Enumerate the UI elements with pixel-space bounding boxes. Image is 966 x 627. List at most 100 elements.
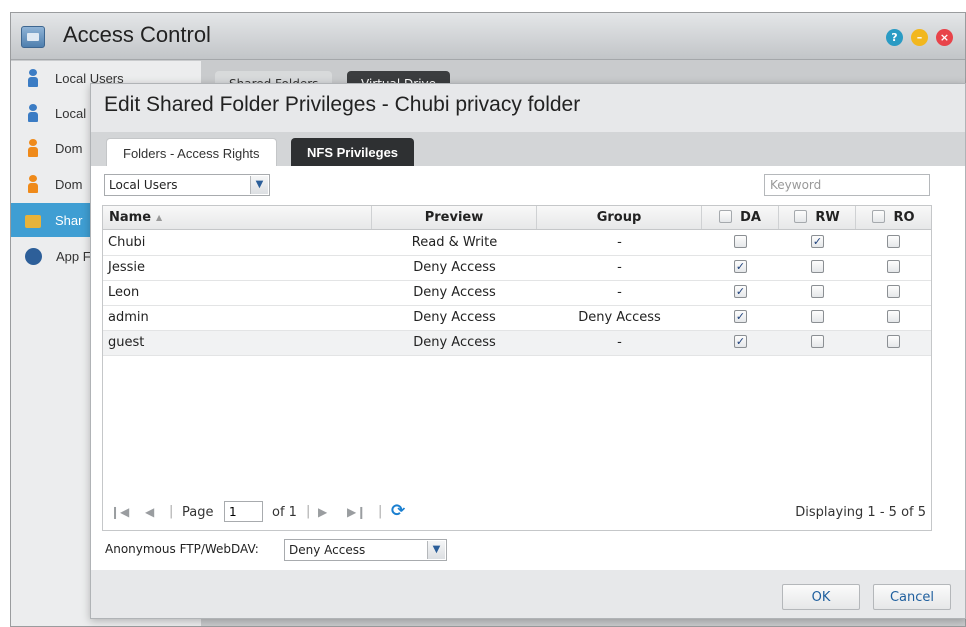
- cell-name: guest: [108, 335, 145, 350]
- rw-checkbox[interactable]: [811, 260, 824, 273]
- da-checkbox[interactable]: [734, 235, 747, 248]
- rw-checkbox[interactable]: [811, 285, 824, 298]
- chevron-down-icon[interactable]: ▼: [427, 541, 445, 559]
- column-ro-label: RO: [893, 210, 915, 225]
- cell-ro: [856, 231, 931, 255]
- ro-checkbox[interactable]: [887, 310, 900, 323]
- app-icon: [25, 247, 42, 265]
- user-type-select[interactable]: Local Users ▼: [104, 174, 270, 196]
- app-title: Access Control: [63, 22, 211, 47]
- cell-ro: [856, 256, 931, 280]
- ro-checkbox[interactable]: [887, 335, 900, 348]
- anonymous-ftp-value: Deny Access: [289, 543, 366, 557]
- user-type-value: Local Users: [109, 178, 178, 192]
- cell-name: Leon: [108, 285, 140, 300]
- first-page-icon[interactable]: ❙◀: [110, 505, 129, 519]
- select-all-rw-checkbox[interactable]: [794, 210, 808, 223]
- da-checkbox[interactable]: ✓: [734, 285, 747, 298]
- cell-rw: [779, 256, 856, 280]
- cell-da: [702, 231, 779, 255]
- refresh-icon[interactable]: ⟳: [391, 501, 405, 521]
- sidebar-item-label: App F: [56, 248, 91, 264]
- edit-privileges-dialog: Edit Shared Folder Privileges - Chubi pr…: [90, 83, 966, 619]
- users-grid: Name ▲ Preview Group DA RW RO Chubi Read …: [102, 205, 932, 531]
- help-icon[interactable]: ?: [886, 29, 903, 46]
- column-header-rw[interactable]: RW: [779, 206, 856, 229]
- pagination-bar: ❙◀ ◀ | Page of 1 | ▶ ▶❙ | ⟳ Displaying 1…: [102, 497, 932, 529]
- cell-rw: [779, 331, 856, 355]
- app-titlebar: Access Control ? – ×: [11, 13, 965, 60]
- next-page-icon[interactable]: ▶: [318, 505, 327, 519]
- page-label: Page: [182, 505, 214, 520]
- close-icon[interactable]: ×: [936, 29, 953, 46]
- cell-preview: Deny Access: [413, 335, 496, 350]
- anonymous-ftp-select[interactable]: Deny Access ▼: [284, 539, 447, 561]
- cell-rw: ✓: [779, 231, 856, 255]
- ro-checkbox[interactable]: [887, 260, 900, 273]
- minimize-icon[interactable]: –: [911, 29, 928, 46]
- cell-ro: [856, 281, 931, 305]
- tab-nfs-privileges[interactable]: NFS Privileges: [291, 138, 415, 166]
- domain-group-icon: [25, 175, 41, 193]
- table-row[interactable]: Leon Deny Access - ✓: [103, 281, 931, 306]
- cell-preview: Deny Access: [413, 260, 496, 275]
- cell-group: -: [617, 335, 622, 350]
- page-number-input[interactable]: [224, 501, 263, 522]
- sidebar-item-label: Dom: [55, 140, 83, 156]
- da-checkbox[interactable]: ✓: [734, 310, 747, 323]
- table-row[interactable]: Chubi Read & Write - ✓: [103, 231, 931, 256]
- keyword-search-input[interactable]: [764, 174, 930, 196]
- rw-checkbox[interactable]: ✓: [811, 235, 824, 248]
- display-info: Displaying 1 - 5 of 5: [795, 505, 926, 520]
- chevron-down-icon[interactable]: ▼: [250, 176, 268, 194]
- page-count-label: of 1: [272, 505, 297, 520]
- grid-header: Name ▲ Preview Group DA RW RO: [103, 206, 931, 230]
- tab-folders-access-rights[interactable]: Folders - Access Rights: [106, 138, 277, 167]
- sidebar-item-label: Local: [55, 105, 87, 121]
- last-page-icon[interactable]: ▶❙: [347, 505, 366, 519]
- sidebar-item-label: Shar: [55, 212, 83, 228]
- cell-group: Deny Access: [578, 310, 661, 325]
- cell-group: -: [617, 260, 622, 275]
- domain-user-icon: [25, 139, 41, 157]
- cell-da: ✓: [702, 256, 779, 280]
- ro-checkbox[interactable]: [887, 235, 900, 248]
- previous-page-icon[interactable]: ◀: [145, 505, 154, 519]
- select-all-ro-checkbox[interactable]: [872, 210, 886, 223]
- select-all-da-checkbox[interactable]: [719, 210, 733, 223]
- column-header-ro[interactable]: RO: [856, 206, 931, 229]
- group-icon: [25, 104, 41, 122]
- da-checkbox[interactable]: ✓: [734, 260, 747, 273]
- column-header-da[interactable]: DA: [702, 206, 779, 229]
- da-checkbox[interactable]: ✓: [734, 335, 747, 348]
- rw-checkbox[interactable]: [811, 310, 824, 323]
- column-header-name[interactable]: Name ▲: [103, 206, 372, 229]
- table-row[interactable]: Jessie Deny Access - ✓: [103, 256, 931, 281]
- pager-separator: |: [306, 504, 311, 519]
- anonymous-ftp-label: Anonymous FTP/WebDAV:: [105, 542, 259, 556]
- cell-name: Jessie: [108, 260, 145, 275]
- cell-preview: Read & Write: [411, 235, 498, 250]
- ok-button[interactable]: OK: [782, 584, 860, 610]
- pager-separator: |: [169, 504, 174, 519]
- cell-preview: Deny Access: [413, 285, 496, 300]
- rw-checkbox[interactable]: [811, 335, 824, 348]
- cell-group: -: [617, 235, 622, 250]
- column-header-group[interactable]: Group: [537, 206, 702, 229]
- sidebar-item-label: Dom: [55, 176, 83, 192]
- cell-ro: [856, 331, 931, 355]
- column-rw-label: RW: [815, 210, 840, 225]
- column-header-preview[interactable]: Preview: [372, 206, 537, 229]
- ro-checkbox[interactable]: [887, 285, 900, 298]
- table-row[interactable]: admin Deny Access Deny Access ✓: [103, 306, 931, 331]
- cell-da: ✓: [702, 306, 779, 330]
- cell-name: admin: [108, 310, 149, 325]
- cell-group: -: [617, 285, 622, 300]
- table-row[interactable]: guest Deny Access - ✓: [103, 331, 931, 356]
- cancel-button[interactable]: Cancel: [873, 584, 951, 610]
- user-icon: [25, 69, 41, 87]
- column-da-label: DA: [740, 210, 761, 225]
- cell-ro: [856, 306, 931, 330]
- sort-ascending-icon: ▲: [156, 213, 163, 222]
- pager-separator: |: [378, 504, 383, 519]
